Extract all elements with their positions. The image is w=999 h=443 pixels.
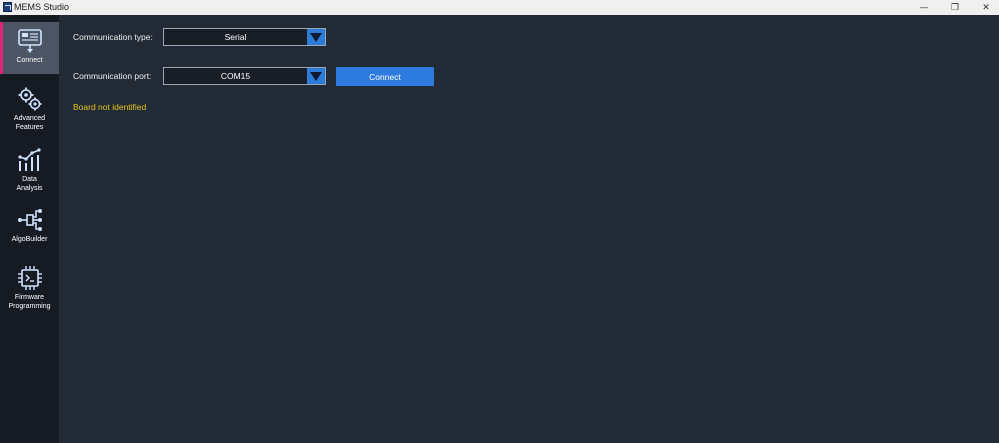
chip-icon	[17, 266, 42, 290]
communication-port-label: Communication port:	[73, 71, 152, 81]
close-button[interactable]: ✕	[972, 0, 999, 15]
chart-line-icon	[17, 148, 41, 171]
active-indicator	[0, 22, 3, 74]
status-message: Board not identified	[73, 102, 147, 112]
sidebar: Connect Advanced Features Data Analysis …	[0, 15, 59, 443]
window-title: MEMS Studio	[14, 2, 70, 12]
sidebar-item-data-analysis[interactable]: Data Analysis	[0, 141, 59, 193]
connect-button[interactable]: Connect	[336, 67, 434, 86]
sidebar-item-connect[interactable]: Connect	[0, 22, 59, 74]
communication-type-label: Communication type:	[73, 32, 153, 42]
chevron-down-icon[interactable]	[307, 68, 325, 84]
communication-port-value: COM15	[220, 71, 251, 81]
sidebar-item-advanced-features[interactable]: Advanced Features	[0, 80, 59, 132]
sidebar-item-label: Firmware Programming	[8, 294, 51, 310]
sidebar-item-algobuilder[interactable]: AlgoBuilder	[0, 201, 59, 247]
minimize-button[interactable]: —	[910, 0, 938, 15]
app-logo-icon	[3, 2, 12, 12]
app-window: MEMS Studio — ❐ ✕ Connect Advanced Featu…	[0, 0, 999, 443]
sidebar-item-label: AlgoBuilder	[11, 236, 48, 243]
connect-board-icon	[17, 29, 42, 53]
communication-type-value: Serial	[224, 32, 247, 42]
title-bar: MEMS Studio — ❐ ✕	[0, 0, 999, 15]
communication-port-select[interactable]: COM15	[163, 67, 326, 85]
main-panel: Communication type: Serial Communication…	[59, 15, 999, 443]
maximize-button[interactable]: ❐	[941, 0, 969, 15]
flow-nodes-icon	[17, 209, 42, 231]
sidebar-item-label: Advanced Features	[13, 115, 46, 131]
communication-type-select[interactable]: Serial	[163, 28, 326, 46]
sidebar-item-label: Connect	[16, 57, 43, 64]
gears-icon	[18, 87, 41, 111]
sidebar-item-firmware-programming[interactable]: Firmware Programming	[0, 259, 59, 311]
chevron-down-icon[interactable]	[307, 29, 325, 45]
sidebar-item-label: Data Analysis	[16, 176, 43, 192]
